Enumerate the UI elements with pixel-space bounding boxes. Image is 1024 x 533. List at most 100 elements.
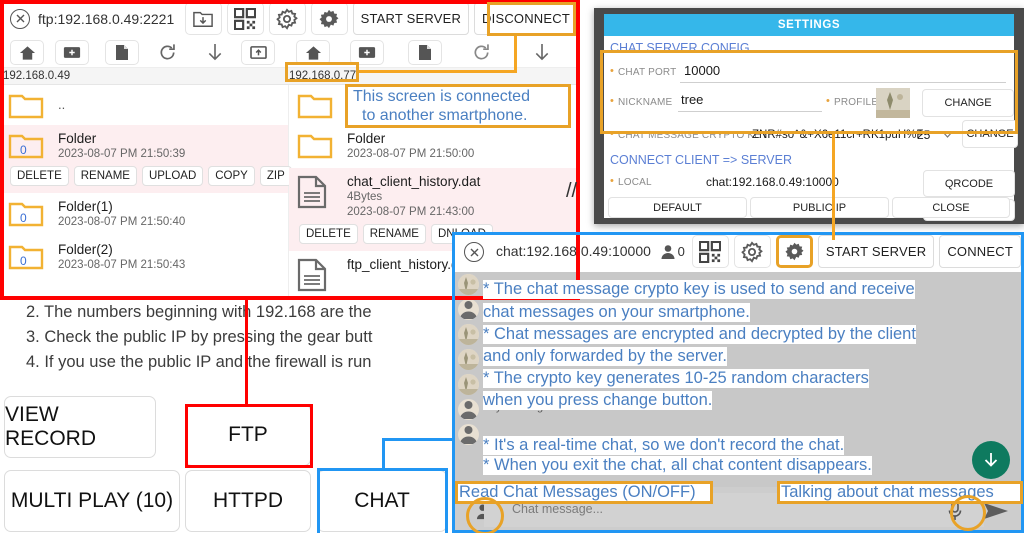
folder-icon	[8, 92, 44, 120]
gear-outline-icon[interactable]	[733, 235, 771, 268]
httpd-button[interactable]: HTTPD	[185, 470, 311, 532]
annotation-chat-note-7: * It's a real-time chat, so we don't rec…	[483, 436, 845, 455]
callout-red-connector	[245, 296, 248, 406]
refresh-icon-left[interactable]	[150, 40, 184, 65]
qrcode-icon[interactable]	[691, 235, 729, 268]
annotation-connector-v2	[832, 134, 835, 240]
instructions-block: 2. The numbers beginning with 192.168 ar…	[0, 300, 470, 385]
file-icon	[297, 258, 333, 292]
ftp-button[interactable]: FTP	[185, 404, 311, 466]
file-icon	[297, 175, 333, 209]
chat-title: chat:192.168.0.49:10000	[496, 243, 651, 259]
annotation-connector-v1	[514, 36, 517, 73]
close-button[interactable]: CLOSE	[892, 197, 1010, 218]
annotation-chat-note-1: * The chat message crypto key is used to…	[483, 280, 915, 299]
file-date: 2023-08-07 PM 21:43:00	[347, 206, 475, 218]
chat-button[interactable]: CHAT	[317, 470, 447, 532]
local-label: LOCAL	[618, 177, 652, 188]
file-name: Folder(2)	[58, 242, 113, 257]
parent-dir-label: ..	[58, 97, 66, 112]
instruction-line: 4. If you use the public IP and the fire…	[26, 353, 372, 371]
gear-filled-icon[interactable]	[310, 2, 348, 35]
gear-outline-icon[interactable]	[268, 2, 306, 35]
svg-text:0: 0	[20, 211, 27, 225]
close-icon[interactable]	[10, 8, 30, 29]
download-icon-right[interactable]	[525, 40, 559, 65]
file-row[interactable]: ..	[0, 85, 288, 125]
callout-red-ftpbtn-left	[185, 404, 188, 468]
callout-blue-chat-top	[452, 232, 1024, 235]
callout-red-ftpbtn-bottom	[185, 465, 313, 468]
action-zip-button[interactable]: ZIP	[259, 166, 292, 186]
file-row[interactable]: 0 Folder(2) 2023-08-07 PM 21:50:43	[0, 236, 288, 279]
folder-icon: 0	[8, 200, 44, 228]
callout-red-ftpbtn-top	[185, 404, 313, 407]
file-row[interactable]: 0 Folder 2023-08-07 PM 21:50:39 DELETE RENAM…	[0, 125, 292, 193]
action-upload-button[interactable]: UPLOAD	[141, 166, 204, 186]
start-server-button[interactable]: START SERVER	[352, 2, 470, 35]
new-folder-icon-left[interactable]	[55, 40, 89, 65]
avatar	[458, 374, 479, 395]
home-icon-left[interactable]	[10, 40, 44, 65]
close-icon[interactable]	[464, 242, 484, 262]
avatar	[458, 424, 479, 445]
qrcode-icon[interactable]	[226, 2, 264, 35]
user-count: 0	[677, 244, 685, 259]
file-row[interactable]: 0 Folder(1) 2023-08-07 PM 21:50:40	[0, 193, 288, 236]
annotation-connector-h1	[359, 70, 517, 73]
chat-connect-button[interactable]: CONNECT	[939, 235, 1021, 268]
scroll-to-bottom-button[interactable]	[972, 441, 1010, 479]
file-date: 2023-08-07 PM 21:50:40	[58, 216, 186, 228]
annotation-chat-note-5: * The crypto key generates 10-25 random …	[483, 369, 869, 388]
annotation-ftp-note-line1: This screen is connected	[353, 88, 530, 105]
file-date: 2023-08-07 PM 21:50:43	[58, 259, 186, 271]
action-copy-button[interactable]: COPY	[208, 166, 255, 186]
left-file-list: .. 0 Folder 2023-08-07 PM 21:50:39 DELETE REN…	[0, 85, 292, 279]
callout-blue-chatbtn-left	[317, 468, 320, 533]
action-rename-button[interactable]: RENAME	[362, 224, 426, 244]
upload-folder-icon[interactable]	[241, 40, 275, 65]
file-name: Folder(1)	[58, 199, 113, 214]
action-delete-button[interactable]: DELETE	[10, 166, 69, 186]
annotation-box-right-path	[285, 62, 359, 82]
new-file-icon-left[interactable]	[105, 40, 139, 65]
svg-text:0: 0	[20, 254, 27, 268]
gear-filled-icon[interactable]	[775, 235, 813, 268]
callout-blue-chatbtn-right	[445, 468, 448, 533]
annotation-ftp-note-line2: to another smartphone.	[362, 107, 528, 124]
annotation-chat-note-6: when you press change button.	[483, 391, 713, 410]
file-name: Folder	[347, 131, 386, 146]
annotation-chat-note-3: * Chat messages are encrypted and decryp…	[483, 325, 916, 344]
chat-start-server-button[interactable]: START SERVER	[817, 235, 935, 268]
ftp-title: ftp:192.168.0.49:2221	[38, 10, 175, 27]
chat-input-placeholder: Chat message...	[512, 502, 604, 516]
default-button[interactable]: DEFAULT	[608, 197, 747, 218]
action-delete-button[interactable]: DELETE	[299, 224, 358, 244]
callout-blue-chatbtn-top	[317, 468, 448, 471]
settings-dialog-title: SETTINGS	[604, 14, 1014, 36]
public-ip-button[interactable]: PUBLIC IP	[750, 197, 889, 218]
local-value: chat:192.168.0.49:10000	[706, 175, 839, 189]
view-record-button[interactable]: VIEW RECORD	[4, 396, 156, 458]
user-count-group: 0	[660, 244, 685, 260]
annotation-box-disconnect	[487, 2, 576, 36]
action-rename-button[interactable]: RENAME	[73, 166, 137, 186]
slash-marks: //	[566, 180, 578, 202]
annotation-circle-mic	[950, 495, 986, 531]
file-name: Folder	[58, 131, 97, 146]
instruction-line: 3. Check the public IP by pressing the g…	[26, 328, 373, 346]
local-row: • LOCAL chat:192.168.0.49:10000 QRCODE	[610, 170, 1015, 221]
avatar	[458, 299, 479, 320]
download-folder-icon[interactable]	[184, 2, 222, 35]
new-file-icon-right[interactable]	[408, 40, 442, 65]
download-icon-left[interactable]	[198, 40, 232, 65]
callout-blue-connector-h	[382, 438, 455, 441]
refresh-icon-right[interactable]	[464, 40, 498, 65]
avatar	[458, 274, 479, 295]
file-date: 2023-08-07 PM 21:50:00	[347, 148, 475, 160]
file-row[interactable]: Folder 2023-08-07 PM 21:50:00	[289, 125, 577, 168]
multi-play-button[interactable]: MULTI PLAY (10)	[4, 470, 180, 532]
callout-blue-connector-v	[382, 438, 385, 470]
annotation-chat-note-4: and only forwarded by the server.	[483, 347, 727, 366]
qrcode-button[interactable]: QRCODE	[923, 170, 1015, 197]
